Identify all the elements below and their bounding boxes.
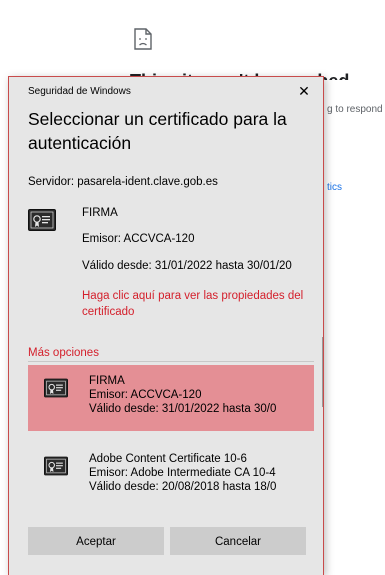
certificate-option[interactable]: FIRMA Emisor: ACCVCA-120 Válido desde: 3…	[28, 365, 314, 431]
certificate-dialog: Seguridad de Windows ✕ Seleccionar un ce…	[8, 76, 324, 575]
option-issuer: Emisor: Adobe Intermediate CA 10-4	[89, 467, 276, 479]
option-name: FIRMA	[89, 375, 125, 387]
option-validity: Válido desde: 20/08/2018 hasta 18/0	[89, 481, 277, 493]
certificate-icon	[28, 209, 56, 231]
certificate-icon	[44, 456, 68, 476]
divider	[28, 361, 314, 362]
close-icon: ✕	[298, 83, 310, 99]
option-name: Adobe Content Certificate 10-6	[89, 453, 247, 465]
option-validity: Válido desde: 31/01/2022 hasta 30/0	[89, 403, 277, 415]
certificate-validity: Válido desde: 31/01/2022 hasta 30/01/20	[82, 260, 292, 272]
certificate-icon	[44, 378, 68, 398]
more-options-link[interactable]: Más opciones	[28, 347, 99, 359]
dialog-heading: Seleccionar un certificado para la auten…	[28, 109, 287, 153]
close-button[interactable]: ✕	[295, 82, 313, 100]
error-page-text: g to respond	[327, 104, 383, 115]
certificate-name: FIRMA	[82, 207, 118, 219]
server-label: Servidor: pasarela-ident.clave.gob.es	[28, 176, 218, 188]
selected-certificate: FIRMA Emisor: ACCVCA-120 Válido desde: 3…	[9, 197, 323, 320]
cancel-button[interactable]: Cancelar	[170, 527, 306, 555]
sad-page-icon	[134, 28, 152, 50]
dialog-caption: Seguridad de Windows	[28, 86, 131, 97]
certificate-properties-link[interactable]: Haga clic aquí para ver las propiedades …	[82, 288, 317, 320]
scrollbar[interactable]	[322, 337, 323, 407]
error-page-link[interactable]: tics	[327, 182, 342, 193]
accept-button[interactable]: Aceptar	[28, 527, 164, 555]
certificate-issuer: Emisor: ACCVCA-120	[82, 233, 195, 245]
certificate-option[interactable]: Adobe Content Certificate 10-6 Emisor: A…	[28, 443, 314, 509]
option-issuer: Emisor: ACCVCA-120	[89, 389, 202, 401]
